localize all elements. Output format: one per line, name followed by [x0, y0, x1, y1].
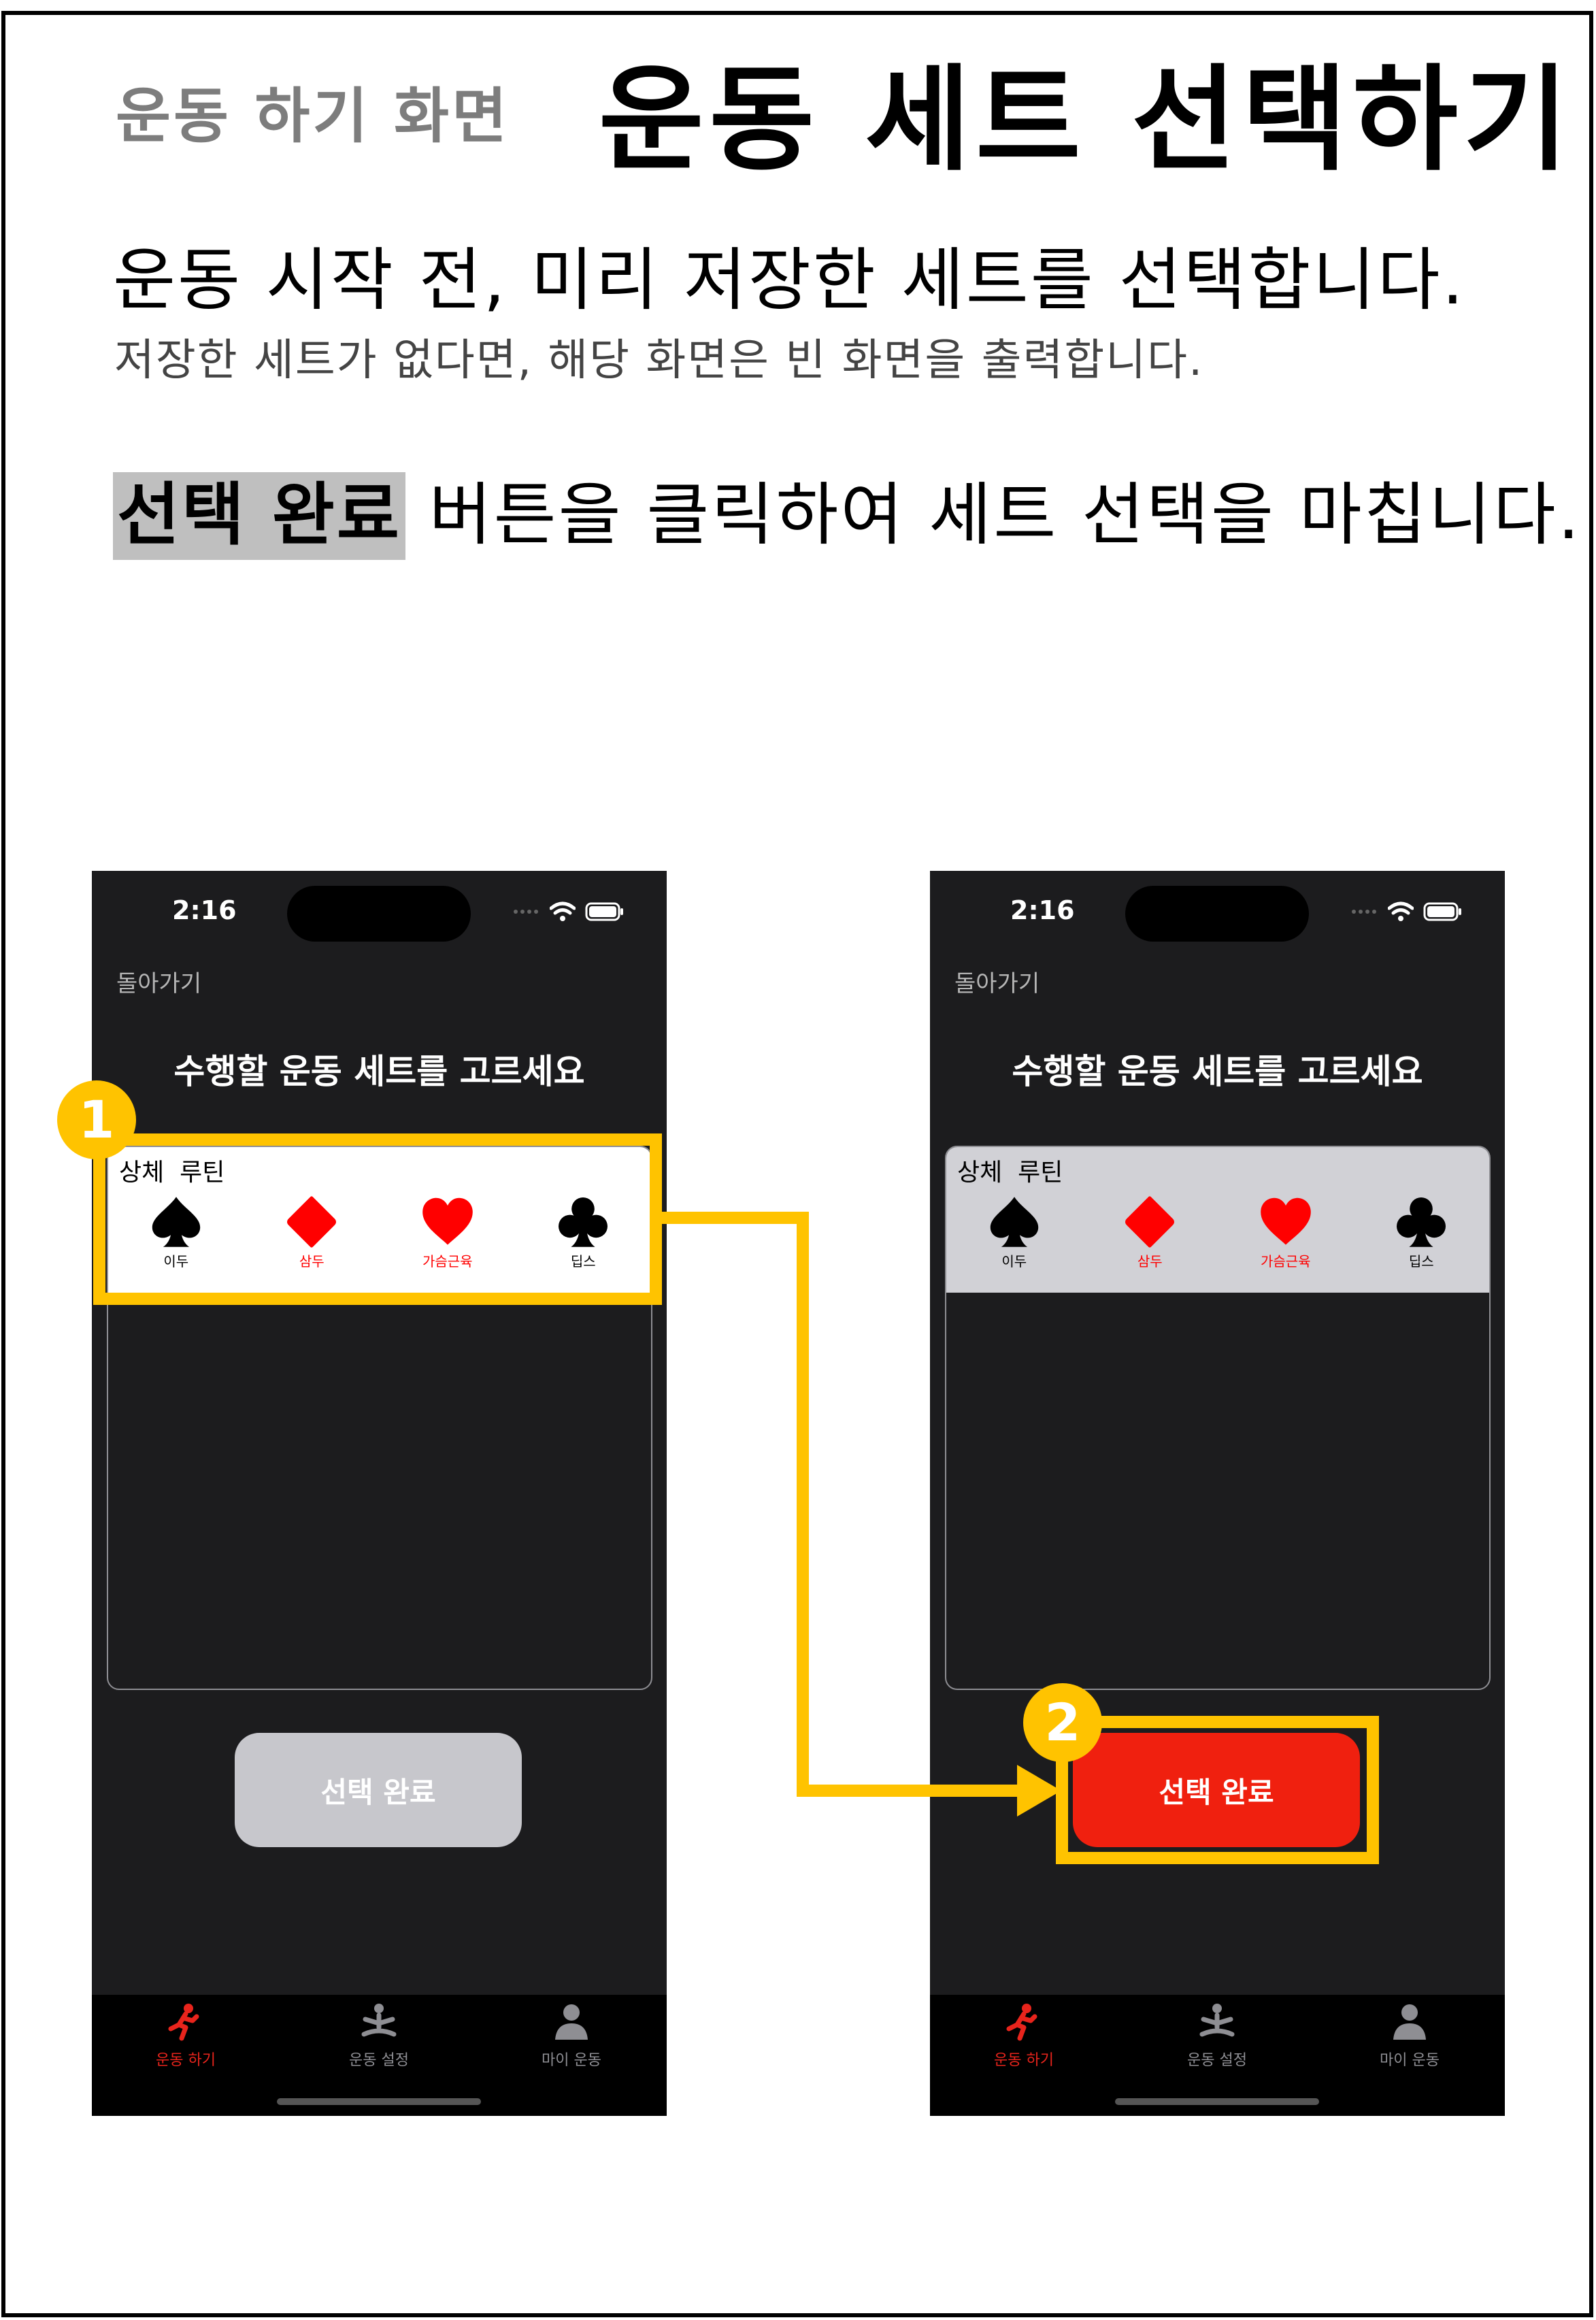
step-badge-2: 2	[1023, 1683, 1102, 1762]
highlight-box-done-button	[1056, 1716, 1379, 1864]
highlight-box-set-card	[93, 1133, 662, 1305]
step-badge-1: 1	[57, 1080, 136, 1159]
